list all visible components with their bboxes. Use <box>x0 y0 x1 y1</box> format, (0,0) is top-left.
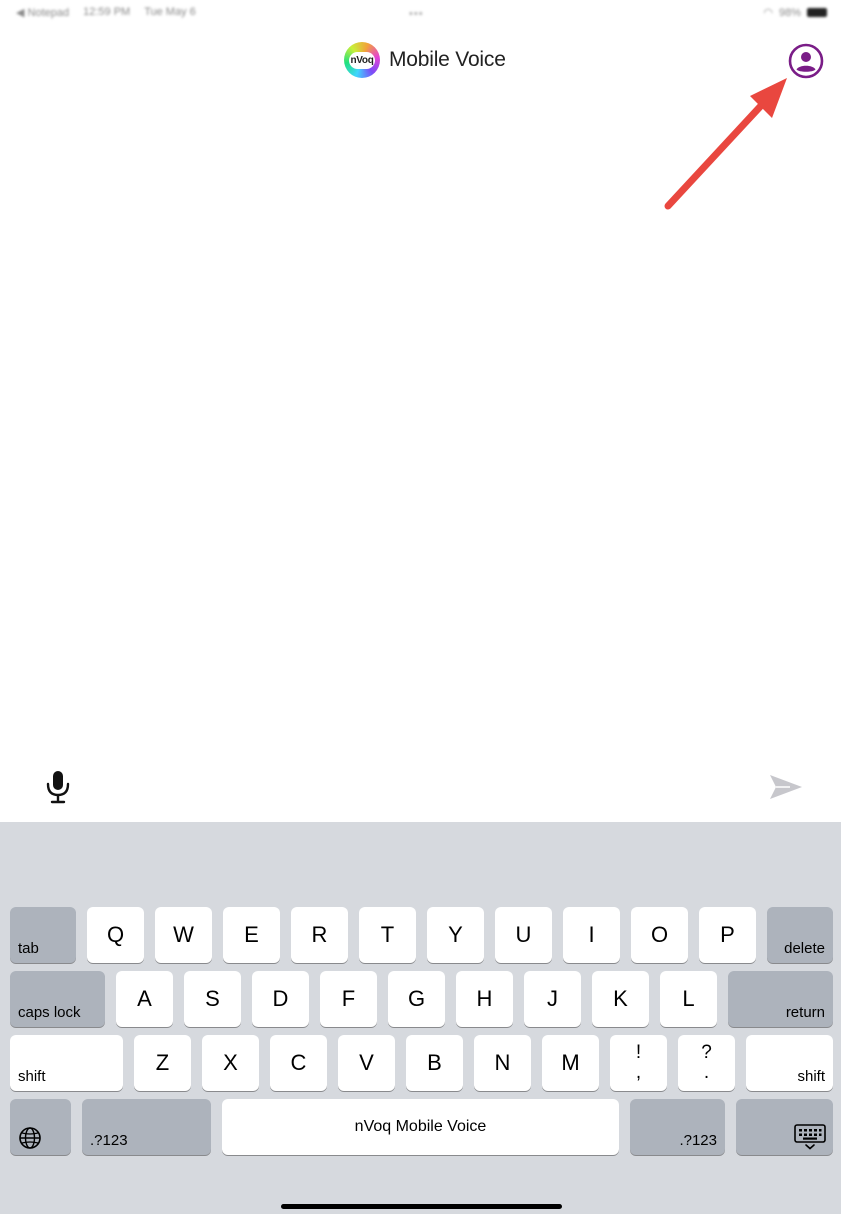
key-a[interactable]: A <box>116 971 173 1027</box>
key-exclamation-comma[interactable]: ! , <box>610 1035 667 1091</box>
key-k[interactable]: K <box>592 971 649 1027</box>
key-question-period[interactable]: ? . <box>678 1035 735 1091</box>
battery-percent: 98% <box>778 6 801 19</box>
space-key-label: nVoq Mobile Voice <box>354 1118 487 1135</box>
microphone-icon <box>46 771 70 804</box>
key-label: .?123 <box>90 1132 128 1149</box>
back-to-app-link[interactable]: ◀ Notepad <box>16 6 69 19</box>
key-space[interactable]: nVoq Mobile Voice <box>222 1099 619 1155</box>
key-m[interactable]: M <box>542 1035 599 1091</box>
profile-button[interactable] <box>788 43 824 79</box>
send-button[interactable] <box>768 772 804 802</box>
wifi-icon: ◠ <box>763 7 773 19</box>
key-l[interactable]: L <box>660 971 717 1027</box>
key-shift-left[interactable]: shift <box>10 1035 123 1091</box>
key-caps-lock[interactable]: caps lock <box>10 971 105 1027</box>
key-x[interactable]: X <box>202 1035 259 1091</box>
key-label: shift <box>18 1068 46 1085</box>
key-label: .?123 <box>679 1132 717 1149</box>
home-indicator[interactable] <box>281 1204 562 1209</box>
status-left: ◀ Notepad 12:59 PM Tue May 6 <box>16 6 196 19</box>
key-r[interactable]: R <box>291 907 348 963</box>
app-brand: nVoq Mobile Voice <box>344 42 506 78</box>
dictation-text-area[interactable] <box>0 90 841 750</box>
key-w[interactable]: W <box>155 907 212 963</box>
key-top-label: ? <box>701 1042 712 1063</box>
key-o[interactable]: O <box>631 907 688 963</box>
key-globe[interactable] <box>10 1099 71 1155</box>
key-h[interactable]: H <box>456 971 513 1027</box>
status-bar: ◀ Notepad 12:59 PM Tue May 6 ••• ◠ 98% <box>0 0 841 26</box>
key-label: shift <box>797 1068 825 1085</box>
status-time: 12:59 PM <box>83 6 131 18</box>
key-u[interactable]: U <box>495 907 552 963</box>
key-numbers-left[interactable]: .?123 <box>82 1099 211 1155</box>
key-n[interactable]: N <box>474 1035 531 1091</box>
input-bar <box>0 760 841 818</box>
key-q[interactable]: Q <box>87 907 144 963</box>
key-z[interactable]: Z <box>134 1035 191 1091</box>
key-d[interactable]: D <box>252 971 309 1027</box>
key-j[interactable]: J <box>524 971 581 1027</box>
key-v[interactable]: V <box>338 1035 395 1091</box>
microphone-button[interactable] <box>44 770 72 804</box>
key-numbers-right[interactable]: .?123 <box>630 1099 725 1155</box>
key-s[interactable]: S <box>184 971 241 1027</box>
key-dismiss-keyboard[interactable] <box>736 1099 833 1155</box>
status-date: Tue May 6 <box>144 6 196 18</box>
logo-text: nVoq <box>349 51 375 69</box>
key-tab[interactable]: tab <box>10 907 76 963</box>
key-e[interactable]: E <box>223 907 280 963</box>
app-header: nVoq Mobile Voice <box>0 38 841 84</box>
key-i[interactable]: I <box>563 907 620 963</box>
key-t[interactable]: T <box>359 907 416 963</box>
on-screen-keyboard: tab Q W E R T Y U I O P delete caps lock… <box>0 822 841 1214</box>
send-icon <box>770 775 802 799</box>
key-b[interactable]: B <box>406 1035 463 1091</box>
key-label: caps lock <box>18 1004 81 1021</box>
keyboard-dismiss-icon <box>794 1124 826 1150</box>
key-p[interactable]: P <box>699 907 756 963</box>
key-top-label: ! <box>635 1042 642 1063</box>
nvoq-logo: nVoq <box>344 42 380 78</box>
key-bottom-label: . <box>703 1062 710 1083</box>
key-g[interactable]: G <box>388 971 445 1027</box>
key-label: tab <box>18 940 39 957</box>
battery-icon <box>807 8 827 17</box>
key-bottom-label: , <box>635 1062 642 1083</box>
globe-icon <box>19 1127 41 1149</box>
key-shift-right[interactable]: shift <box>746 1035 833 1091</box>
key-label: return <box>785 1004 825 1021</box>
key-c[interactable]: C <box>270 1035 327 1091</box>
status-right: ◠ 98% <box>763 6 827 19</box>
key-label: delete <box>784 940 825 957</box>
key-y[interactable]: Y <box>427 907 484 963</box>
app-title: Mobile Voice <box>389 48 506 71</box>
key-delete[interactable]: delete <box>767 907 833 963</box>
user-profile-icon <box>788 43 824 79</box>
multitask-dots[interactable]: ••• <box>409 8 424 20</box>
key-return[interactable]: return <box>728 971 833 1027</box>
key-f[interactable]: F <box>320 971 377 1027</box>
